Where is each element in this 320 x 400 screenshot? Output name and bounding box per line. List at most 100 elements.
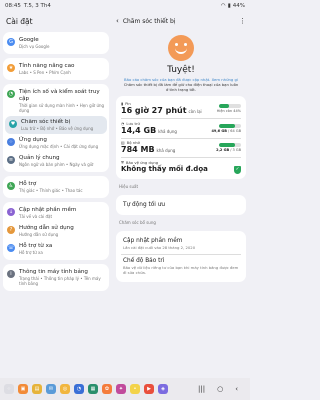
app-icon-6[interactable]: ▦ [88, 384, 98, 394]
memory-bar [219, 143, 241, 147]
app-icon-3[interactable]: ✉ [46, 384, 56, 394]
status-date: T.5, 3 Th4 [23, 3, 51, 9]
settings-item-icon: ≡ [7, 156, 15, 164]
device-care-panel: ‹ Chăm sóc thiết bị ⋮ Tuyệt! Bảo cáo chă… [112, 12, 250, 378]
storage-used: 49,6 GB [211, 128, 227, 133]
settings-panel: Cài đặt G Google Dịch vụ Google ★ Tính năng … [0, 12, 112, 378]
storage-bar-fill [219, 123, 236, 128]
settings-item-title: Quản lý chung [19, 155, 60, 161]
storage-row[interactable]: ◔ Lưu trữ 14,4 GB khả dụng 49,6 GB / 64 GB [121, 119, 241, 138]
settings-item-icon: ♿ [7, 182, 15, 190]
storage-total: / 64 GB [228, 128, 241, 133]
status-description-rest: Chăm sóc thiết bị đã làm để giữ cho điện… [123, 82, 239, 92]
app-icon-7[interactable]: ✿ [102, 384, 112, 394]
settings-item-title: Hướng dẫn sử dụng [19, 225, 74, 231]
settings-group: i Thông tin máy tính bảng Trạng thái • Thô… [3, 264, 109, 291]
settings-item[interactable]: ⁘ Ứng dụng Ứng dụng mặc định • Cài đặt ứng… [3, 134, 109, 152]
taskbar-apps: ⁘ ▣ ▤ ✉ ◎ ◔ ▦ ✿ ✦ • ▶ ◈ [4, 384, 168, 394]
storage-bar [219, 123, 241, 128]
battery-time-value: 16 giờ 27 phút [121, 106, 187, 115]
back-arrow-icon[interactable]: ‹ [116, 17, 119, 25]
settings-item-title: Tiện ích số và kiểm soát truy cập [19, 89, 100, 102]
settings-item[interactable]: ♿ Hỗ trợ Thị giác • Thính giác • Thao tác [3, 178, 109, 196]
battery-bar-fill [219, 104, 229, 108]
app-icon-2[interactable]: ▤ [32, 384, 42, 394]
settings-item[interactable]: ☏ Hỗ trợ từ xa Hỗ trợ từ xa [3, 240, 109, 258]
settings-item-subtitle: Thời gian sử dụng màn hình • Hẹn giờ ứng… [19, 103, 105, 113]
memory-row[interactable]: ▥ Bộ nhớ 784 MB khả dụng 2,2 GB / 3 GB [121, 138, 241, 157]
settings-item[interactable]: ♥ Chăm sóc thiết bị Lưu trữ • Bộ nhớ • Bảo… [5, 116, 107, 134]
storage-value: 14,4 GB [121, 125, 157, 135]
threat-status-value: Không thấy mối đ.dọa [121, 164, 208, 173]
battery-remaining-text: Hiện còn 44% [216, 109, 241, 113]
apps-grid-icon[interactable]: ⁘ [4, 384, 14, 394]
settings-item-text: Hướng dẫn sử dụng Hướng dẫn sử dụng [19, 225, 74, 237]
app-icon-8[interactable]: ✦ [116, 384, 126, 394]
metrics-card: ▮ Pin 16 giờ 27 phút còn lại Hiện còn 44% … [116, 96, 246, 179]
app-icon-4[interactable]: ◎ [60, 384, 70, 394]
app-icon-10[interactable]: ▶ [144, 384, 154, 394]
settings-group: G Google Dịch vụ Google [3, 32, 109, 54]
settings-item-icon: ↓ [7, 208, 15, 216]
maintenance-mode-item[interactable]: Chế độ Bảo trì Bảo vệ dữ liệu riêng tư c… [121, 254, 241, 279]
settings-item-subtitle: Ngôn ngữ và bàn phím • Ngày và giờ [19, 162, 94, 167]
status-battery: 44% [232, 3, 245, 9]
maintenance-mode-subtitle: Bảo vệ dữ liệu riêng tư của bạn khi máy … [123, 265, 239, 275]
settings-item-subtitle: Trạng thái • Thông tin pháp lý • Tên máy… [19, 276, 101, 286]
settings-item[interactable]: ↓ Cập nhật phần mềm Tải về và cài đặt [3, 204, 109, 222]
settings-item[interactable]: ◔ Tiện ích số và kiểm soát truy cập Thời g… [3, 86, 109, 116]
status-bar: 08:45 T.5, 3 Th4 ◠ ▮ 44% [0, 0, 250, 12]
settings-item-text: Hỗ trợ Thị giác • Thính giác • Thao tác [19, 181, 83, 193]
settings-group: ◔ Tiện ích số và kiểm soát truy cập Thời g… [3, 84, 109, 172]
settings-list: G Google Dịch vụ Google ★ Tính năng nâng cao… [0, 32, 112, 291]
app-protection-row[interactable]: ⛨ Bảo vệ ứng dụng Không thấy mối đ.dọa ✓ [121, 158, 241, 176]
app-icon-1[interactable]: ▣ [18, 384, 28, 394]
settings-item[interactable]: ≡ Quản lý chung Ngôn ngữ và bàn phím • Ngà… [3, 152, 109, 170]
shield-check-icon: ✓ [234, 165, 241, 174]
storage-unit: khả dụng [158, 128, 177, 134]
settings-item-title: Hỗ trợ từ xa [19, 243, 53, 249]
more-vertical-icon[interactable]: ⋮ [239, 17, 246, 25]
settings-group: ♿ Hỗ trợ Thị giác • Thính giác • Thao tác [3, 176, 109, 198]
software-update-item[interactable]: Cập nhật phần mềm Lần cài đặt cuối vào 2… [121, 234, 241, 254]
memory-unit: khả dụng [156, 148, 176, 153]
status-time: 08:45 [5, 3, 21, 9]
taskbar: ⁘ ▣ ▤ ✉ ◎ ◔ ▦ ✿ ✦ • ▶ ◈ ||| ○ ‹ [0, 378, 250, 400]
device-care-title: Chăm sóc thiết bị [122, 17, 176, 25]
battery-row[interactable]: ▮ Pin 16 giờ 27 phút còn lại Hiện còn 44% [121, 99, 241, 118]
app-icon-5[interactable]: ◔ [74, 384, 84, 394]
app-icon-9[interactable]: • [130, 384, 140, 394]
wifi-icon: ◠ [220, 3, 226, 9]
settings-item-title: Ứng dụng [19, 137, 47, 143]
home-button[interactable]: ○ [217, 385, 223, 393]
auto-optimize-card: Tự động tối ưu [116, 194, 246, 215]
settings-item[interactable]: ? Hướng dẫn sử dụng Hướng dẫn sử dụng [3, 222, 109, 240]
settings-item-title: Cập nhật phần mềm [19, 207, 77, 213]
settings-item-text: Quản lý chung Ngôn ngữ và bàn phím • Ngày… [19, 155, 93, 167]
memory-used: 2,2 GB [216, 148, 230, 152]
settings-item-icon: ♥ [9, 120, 17, 128]
settings-item[interactable]: i Thông tin máy tính bảng Trạng thái • Thô… [3, 266, 109, 289]
auto-optimize-item[interactable]: Tự động tối ưu [121, 198, 241, 212]
recent-apps-button[interactable]: ||| [198, 385, 205, 393]
battery-icon: ▮ [227, 3, 231, 9]
settings-item-icon: ? [7, 226, 15, 234]
settings-item-subtitle: Dịch vụ Google [19, 44, 50, 49]
settings-item-subtitle: Hướng dẫn sử dụng [19, 232, 59, 237]
settings-item-text: Tính năng nâng cao Labs • S Pen • Phím Cạ… [19, 63, 74, 75]
settings-group: ★ Tính năng nâng cao Labs • S Pen • Phím C… [3, 58, 109, 80]
memory-value: 784 MB [121, 145, 155, 154]
settings-item-subtitle: Thị giác • Thính giác • Thao tác [19, 188, 83, 193]
settings-title: Cài đặt [6, 17, 33, 26]
settings-item-subtitle: Labs • S Pen • Phím Cạnh [19, 70, 71, 75]
settings-item[interactable]: G Google Dịch vụ Google [3, 34, 109, 52]
settings-item-icon: ★ [7, 64, 15, 72]
settings-item-title: Thông tin máy tính bảng [19, 269, 88, 275]
settings-item-title: Hỗ trợ [19, 181, 37, 187]
software-update-subtitle: Lần cài đặt cuối vào 28 tháng 2, 2020 [123, 244, 196, 250]
settings-item-text: Google Dịch vụ Google [19, 37, 49, 49]
back-button[interactable]: ‹ [235, 385, 238, 393]
settings-item[interactable]: ★ Tính năng nâng cao Labs • S Pen • Phím C… [3, 60, 109, 78]
settings-item-icon: ☏ [7, 244, 15, 252]
app-icon-11[interactable]: ◈ [158, 384, 168, 394]
